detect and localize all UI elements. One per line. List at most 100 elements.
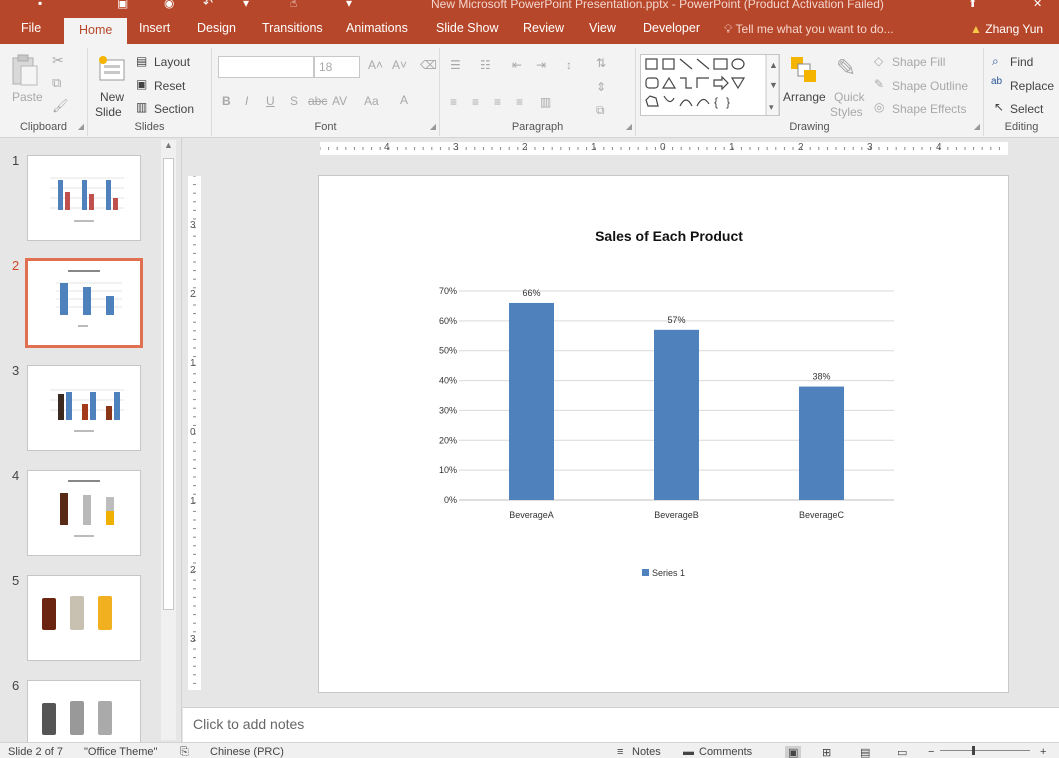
- underline-icon[interactable]: U: [266, 94, 275, 108]
- reading-view-icon[interactable]: ▤: [860, 746, 870, 758]
- font-size-combo[interactable]: 18: [314, 56, 360, 78]
- quick-styles-button[interactable]: Quick: [834, 90, 865, 104]
- bold-icon[interactable]: B: [222, 94, 231, 108]
- decrease-indent-icon[interactable]: ⇤: [512, 58, 522, 72]
- justify-icon[interactable]: ≡: [516, 95, 523, 109]
- font-launcher-icon[interactable]: ◢: [430, 122, 436, 131]
- tab-animations[interactable]: Animations: [346, 21, 408, 35]
- tab-slide-show[interactable]: Slide Show: [436, 21, 499, 35]
- shape-outline-button[interactable]: Shape Outline: [892, 79, 968, 93]
- quick-styles-icon[interactable]: ✎: [836, 54, 856, 83]
- notes-icon[interactable]: ≡: [617, 746, 623, 758]
- tab-file[interactable]: File: [21, 21, 41, 35]
- cut-icon[interactable]: ✂: [52, 52, 64, 69]
- tab-review[interactable]: Review: [523, 21, 564, 35]
- italic-icon[interactable]: I: [245, 94, 248, 108]
- quick-styles-button-2[interactable]: Styles: [830, 105, 863, 119]
- pointer-mode-icon[interactable]: ☝: [290, 0, 304, 10]
- shapes-gallery[interactable]: { } ▲ ▼ ▾: [640, 54, 780, 116]
- slide-thumbnail-2[interactable]: [25, 258, 143, 348]
- scroll-up-icon[interactable]: ▲: [164, 140, 173, 150]
- new-slide-icon[interactable]: [96, 54, 126, 86]
- zoom-out-icon[interactable]: −: [928, 746, 934, 758]
- user-account[interactable]: ▲ Zhang Yun: [970, 22, 1043, 36]
- slide-thumbnail-3[interactable]: [27, 365, 141, 451]
- notes-pane[interactable]: Click to add notes: [183, 707, 1059, 742]
- grow-font-icon[interactable]: A˄: [368, 58, 383, 72]
- tab-insert[interactable]: Insert: [139, 21, 170, 35]
- paste-label[interactable]: Paste: [12, 90, 43, 104]
- tab-transitions[interactable]: Transitions: [262, 21, 323, 35]
- font-name-combo[interactable]: [218, 56, 314, 78]
- align-text-icon[interactable]: ⇕: [596, 80, 606, 94]
- tab-developer[interactable]: Developer: [643, 21, 700, 35]
- tell-me-box[interactable]: 💡︎ Tell me what you want to do...: [724, 22, 894, 37]
- shadow-icon[interactable]: S: [290, 94, 298, 108]
- slideshow-view-icon[interactable]: ▭: [897, 746, 907, 758]
- shape-effects-button[interactable]: Shape Effects: [892, 102, 967, 116]
- clear-format-icon[interactable]: ⌫: [420, 58, 437, 72]
- layout-button[interactable]: Layout: [154, 55, 190, 69]
- tab-home[interactable]: Home: [64, 18, 128, 44]
- paste-icon[interactable]: [10, 54, 40, 88]
- arrange-icon[interactable]: [790, 56, 818, 86]
- thumbnails-scrollbar[interactable]: ▲: [161, 140, 176, 740]
- clipboard-launcher-icon[interactable]: ◢: [78, 122, 84, 131]
- normal-view-icon[interactable]: ▣: [785, 746, 802, 758]
- zoom-slider[interactable]: [940, 750, 1030, 751]
- slide-thumbnail-1[interactable]: [27, 155, 141, 241]
- bullets-icon[interactable]: ☰: [450, 58, 461, 72]
- undo-icon[interactable]: ↶: [203, 0, 217, 10]
- find-button[interactable]: Find: [1010, 55, 1033, 69]
- tab-view[interactable]: View: [589, 21, 616, 35]
- slide-sorter-icon[interactable]: ⊞: [822, 746, 831, 758]
- more-icon[interactable]: ▾: [346, 0, 360, 10]
- notes-toggle[interactable]: Notes: [632, 746, 661, 758]
- increase-indent-icon[interactable]: ⇥: [536, 58, 546, 72]
- numbering-icon[interactable]: ☷: [480, 58, 491, 72]
- comments-toggle[interactable]: Comments: [699, 746, 752, 758]
- comments-icon[interactable]: ▬: [683, 746, 694, 758]
- touch-mode-icon[interactable]: ◉: [164, 0, 178, 10]
- slide-canvas[interactable]: Sales of Each Product 0% 10% 20% 30% 40% 50% 6…: [318, 175, 1009, 693]
- align-center-icon[interactable]: ≡: [472, 95, 479, 109]
- align-right-icon[interactable]: ≡: [494, 95, 501, 109]
- reset-button[interactable]: Reset: [154, 79, 185, 93]
- arrange-button[interactable]: Arrange: [783, 90, 826, 104]
- slide-thumbnail-6[interactable]: [27, 680, 141, 742]
- slide-thumbnail-5[interactable]: [27, 575, 141, 661]
- slide-thumbnail-4[interactable]: [27, 470, 141, 556]
- text-direction-icon[interactable]: ⇅: [596, 56, 606, 70]
- font-color-icon[interactable]: A: [400, 93, 408, 107]
- select-button[interactable]: Select: [1010, 102, 1043, 116]
- strikethrough-icon[interactable]: abc: [308, 94, 327, 108]
- tab-design[interactable]: Design: [197, 21, 236, 35]
- present-icon[interactable]: ▣: [117, 0, 131, 10]
- shrink-font-icon[interactable]: A˅: [392, 58, 407, 72]
- ribbon-options-icon[interactable]: ⬆: [968, 0, 977, 10]
- save-icon[interactable]: ▪: [38, 0, 52, 10]
- customize-qat-icon[interactable]: ▾: [243, 0, 257, 10]
- replace-button[interactable]: Replace: [1010, 79, 1054, 93]
- notes-placeholder[interactable]: Click to add notes: [193, 716, 304, 732]
- shape-fill-button[interactable]: Shape Fill: [892, 55, 945, 69]
- line-spacing-icon[interactable]: ↕: [566, 58, 572, 72]
- section-button[interactable]: Section: [154, 102, 194, 116]
- copy-icon[interactable]: ⧉: [52, 75, 61, 91]
- chart[interactable]: Sales of Each Product 0% 10% 20% 30% 40% 50% 6…: [319, 176, 1010, 694]
- align-left-icon[interactable]: ≡: [450, 95, 457, 109]
- zoom-slider-thumb[interactable]: [972, 746, 975, 755]
- new-slide-label[interactable]: New: [100, 90, 124, 104]
- new-slide-label-2[interactable]: Slide: [95, 105, 122, 119]
- close-window-icon[interactable]: ✕: [1033, 0, 1042, 10]
- drawing-launcher-icon[interactable]: ◢: [974, 122, 980, 131]
- language-indicator[interactable]: Chinese (PRC): [210, 746, 284, 758]
- paragraph-launcher-icon[interactable]: ◢: [626, 122, 632, 131]
- spellcheck-icon[interactable]: ⎘: [180, 746, 189, 758]
- columns-icon[interactable]: ▥: [540, 95, 551, 109]
- smartart-icon[interactable]: ⧉: [596, 103, 605, 118]
- char-spacing-icon[interactable]: AV: [332, 94, 347, 108]
- format-painter-icon[interactable]: 🖌︎: [52, 98, 69, 114]
- zoom-in-icon[interactable]: +: [1040, 746, 1046, 758]
- scrollbar-thumb[interactable]: [163, 158, 174, 610]
